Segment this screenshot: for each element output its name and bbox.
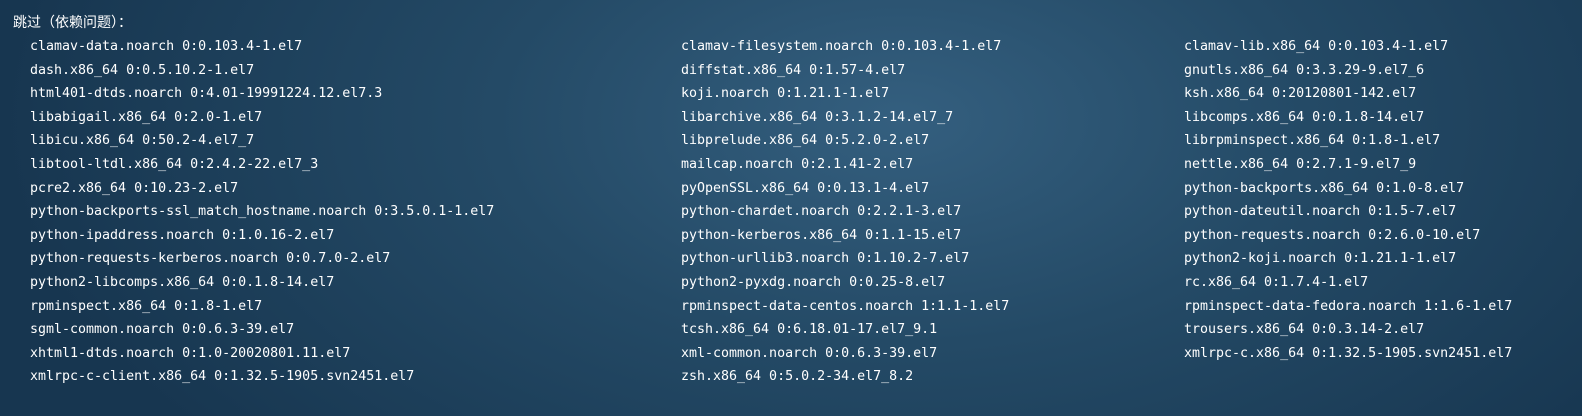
package-entry: libicu.x86_64 0:50.2-4.el7_7: [30, 133, 255, 149]
package-column-2: clamav-filesystem.noarch 0:0.103.4-1.el7…: [681, 37, 1009, 391]
package-entry: python-backports-ssl_match_hostname.noar…: [30, 204, 495, 220]
package-entry: python-ipaddress.noarch 0:1.0.16-2.el7: [30, 227, 335, 243]
package-entry: dash.x86_64 0:0.5.10.2-1.el7: [30, 62, 255, 78]
package-entry: clamav-data.noarch 0:0.103.4-1.el7: [30, 39, 303, 54]
package-entry: xhtml1-dtds.noarch 0:1.0-20020801.11.el7: [30, 345, 351, 361]
terminal-output: 跳过（依赖问题）： clamav-data.noarch 0:0.103.4-1…: [0, 0, 1582, 416]
package-entry: nettle.x86_64 0:2.7.1-9.el7_9: [1184, 156, 1417, 172]
package-entry: gnutls.x86_64 0:3.3.29-9.el7_6: [1184, 62, 1425, 78]
package-entry: zsh.x86_64 0:5.0.2-34.el7_8.2: [681, 369, 914, 385]
package-entry: clamav-lib.x86_64 0:0.103.4-1.el7: [1184, 39, 1449, 54]
package-entry: python2-koji.noarch 0:1.21.1-1.el7: [1184, 251, 1457, 267]
package-entry: libprelude.x86_64 0:5.2.0-2.el7: [681, 133, 930, 149]
package-entry: xml-common.noarch 0:0.6.3-39.el7: [681, 345, 938, 361]
package-entry: python-kerberos.x86_64 0:1.1-15.el7: [681, 227, 962, 243]
package-entry: tcsh.x86_64 0:6.18.01-17.el7_9.1: [681, 322, 938, 338]
package-entry: rpminspect.x86_64 0:1.8-1.el7: [30, 298, 263, 314]
package-entry: python-requests-kerberos.noarch 0:0.7.0-…: [30, 251, 391, 267]
package-entry: koji.noarch 0:1.21.1-1.el7: [681, 86, 890, 102]
package-entry: libcomps.x86_64 0:0.1.8-14.el7: [1184, 109, 1425, 125]
package-entry: pcre2.x86_64 0:10.23-2.el7: [30, 180, 239, 196]
package-column-1: clamav-data.noarch 0:0.103.4-1.el7 dash.…: [30, 37, 494, 391]
package-entry: pyOpenSSL.x86_64 0:0.13.1-4.el7: [681, 180, 930, 196]
skipped-header: 跳过（依赖问题）：: [13, 15, 132, 31]
package-entry: diffstat.x86_64 0:1.57-4.el7: [681, 62, 906, 78]
package-entry: clamav-filesystem.noarch 0:0.103.4-1.el7: [681, 39, 1002, 54]
package-entry: librpminspect.x86_64 0:1.8-1.el7: [1184, 133, 1441, 149]
package-entry: python-urllib3.noarch 0:1.10.2-7.el7: [681, 251, 970, 267]
package-entry: sgml-common.noarch 0:0.6.3-39.el7: [30, 322, 295, 338]
package-entry: python-requests.noarch 0:2.6.0-10.el7: [1184, 227, 1481, 243]
package-entry: rpminspect-data-centos.noarch 1:1.1-1.el…: [681, 298, 1010, 314]
package-entry: python2-pyxdg.noarch 0:0.25-8.el7: [681, 274, 946, 290]
package-entry: python-backports.x86_64 0:1.0-8.el7: [1184, 180, 1465, 196]
package-entry: libarchive.x86_64 0:3.1.2-14.el7_7: [681, 109, 954, 125]
package-column-3: clamav-lib.x86_64 0:0.103.4-1.el7 gnutls…: [1184, 37, 1512, 367]
package-entry: ksh.x86_64 0:20120801-142.el7: [1184, 86, 1417, 102]
package-entry: rc.x86_64 0:1.7.4-1.el7: [1184, 274, 1369, 290]
package-entry: mailcap.noarch 0:2.1.41-2.el7: [681, 156, 914, 172]
package-entry: python2-libcomps.x86_64 0:0.1.8-14.el7: [30, 274, 335, 290]
package-entry: rpminspect-data-fedora.noarch 1:1.6-1.el…: [1184, 298, 1513, 314]
package-entry: libtool-ltdl.x86_64 0:2.4.2-22.el7_3: [30, 156, 319, 172]
package-entry: python-dateutil.noarch 0:1.5-7.el7: [1184, 204, 1457, 220]
package-entry: libabigail.x86_64 0:2.0-1.el7: [30, 109, 263, 125]
package-entry: trousers.x86_64 0:0.3.14-2.el7: [1184, 322, 1425, 338]
package-entry: html401-dtds.noarch 0:4.01-19991224.12.e…: [30, 86, 383, 102]
package-entry: xmlrpc-c-client.x86_64 0:1.32.5-1905.svn…: [30, 369, 415, 385]
package-entry: xmlrpc-c.x86_64 0:1.32.5-1905.svn2451.el…: [1184, 345, 1513, 361]
package-entry: python-chardet.noarch 0:2.2.1-3.el7: [681, 204, 962, 220]
